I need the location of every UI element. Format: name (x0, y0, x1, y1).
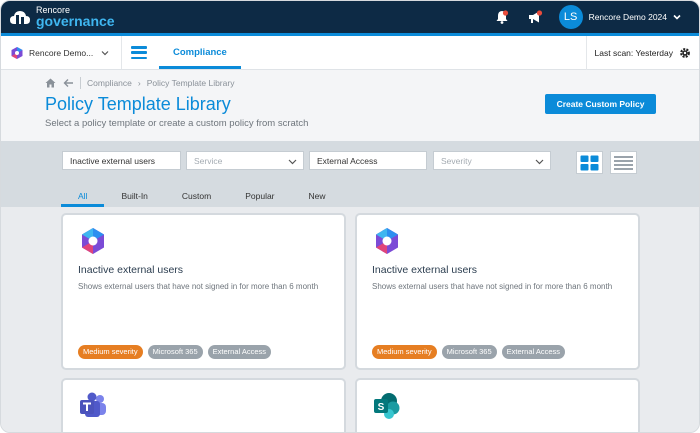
severity-badge: Medium severity (78, 345, 143, 359)
tab-popular[interactable]: Popular (228, 185, 291, 207)
microsoft365-icon (376, 228, 398, 254)
megaphone-icon[interactable] (527, 10, 543, 24)
user-name[interactable]: Rencore Demo 2024 (589, 12, 667, 22)
page-subtitle: Select a policy template or create a cus… (45, 118, 309, 129)
category-badge: External Access (207, 345, 271, 359)
filter-tabs: All Built-In Custom Popular New (61, 185, 343, 207)
last-scan-label: Last scan: (594, 48, 634, 58)
page-header: Compliance › Policy Template Library Pol… (1, 70, 699, 141)
chevron-down-icon (288, 159, 297, 165)
avatar[interactable]: LS (558, 5, 583, 29)
microsoft365-icon (11, 46, 23, 59)
list-icon (614, 155, 633, 170)
top-bar: Rencore governance LS Rencore Demo 2024 (1, 1, 699, 36)
nav-bar: Rencore Demo... Compliance Last scan: Ye… (1, 36, 699, 70)
keyword-input[interactable]: External Access (309, 151, 427, 170)
card-title: Inactive external users (372, 264, 478, 276)
policy-card[interactable]: Inactive external users Shows external u… (355, 213, 640, 370)
bell-icon[interactable] (495, 10, 509, 24)
tenant-name: Rencore Demo... (29, 47, 94, 58)
back-arrow-icon[interactable] (63, 78, 74, 88)
app-window: Rencore governance LS Rencore Demo 2024 (0, 0, 700, 433)
chevron-down-icon (535, 159, 544, 165)
policy-card[interactable] (61, 378, 346, 432)
breadcrumb-current: Policy Template Library (146, 78, 235, 88)
microsoft365-icon (82, 228, 104, 254)
card-description: Shows external users that have not signe… (78, 282, 319, 291)
service-select[interactable]: Service (186, 151, 304, 170)
gear-icon[interactable] (679, 47, 691, 59)
tab-built-in[interactable]: Built-In (104, 185, 164, 207)
sharepoint-icon: S (374, 393, 400, 419)
severity-select[interactable]: Severity (433, 151, 551, 170)
cloud-logo-icon (10, 11, 30, 24)
breadcrumb-separator: › (137, 78, 141, 88)
tab-custom[interactable]: Custom (165, 185, 228, 207)
chevron-down-icon[interactable] (673, 13, 681, 21)
category-badge: External Access (501, 345, 565, 359)
policy-card[interactable]: S (355, 378, 640, 432)
tab-all[interactable]: All (61, 185, 105, 207)
breadcrumb: Compliance › Policy Template Library (45, 77, 234, 89)
filter-bar: Inactive external users Service External… (1, 141, 699, 207)
teams-icon (80, 392, 106, 417)
service-badge: Microsoft 365 (441, 345, 497, 359)
grid-view-button[interactable] (576, 151, 603, 174)
logo[interactable]: Rencore governance (9, 6, 115, 28)
svg-text:S: S (378, 402, 385, 413)
severity-badge: Medium severity (372, 345, 437, 359)
list-view-button[interactable] (610, 151, 637, 174)
menu-icon[interactable] (131, 46, 147, 59)
breadcrumb-compliance[interactable]: Compliance (87, 78, 132, 88)
logo-line2: governance (36, 13, 115, 29)
grid-icon (580, 155, 599, 170)
last-scan-value: Yesterday (635, 48, 674, 58)
template-grid: Inactive external users Shows external u… (1, 207, 699, 432)
search-input[interactable]: Inactive external users (62, 151, 181, 170)
create-custom-policy-button[interactable]: Create Custom Policy (545, 94, 656, 114)
card-description: Shows external users that have not signe… (372, 282, 613, 291)
chevron-down-icon (101, 50, 109, 55)
tenant-selector[interactable]: Rencore Demo... (10, 36, 122, 69)
last-scan: Last scan: Yesterday (585, 36, 691, 70)
tab-compliance[interactable]: Compliance (159, 36, 241, 69)
severity-placeholder: Severity (441, 155, 472, 166)
page-title: Policy Template Library (45, 94, 231, 114)
tab-new[interactable]: New (292, 185, 343, 207)
service-badge: Microsoft 365 (147, 345, 203, 359)
home-icon[interactable] (45, 78, 56, 88)
service-placeholder: Service (194, 155, 223, 166)
card-title: Inactive external users (78, 264, 184, 276)
policy-card[interactable]: Inactive external users Shows external u… (61, 213, 346, 370)
